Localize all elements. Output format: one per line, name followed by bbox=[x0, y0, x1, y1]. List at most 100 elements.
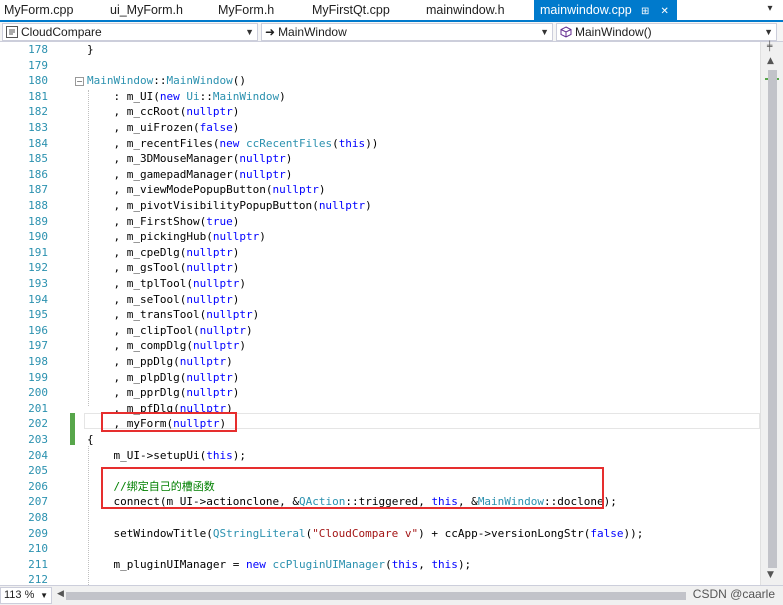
line-number: 196 bbox=[28, 323, 48, 337]
line-number: 203 bbox=[28, 433, 48, 446]
project-dropdown[interactable]: CloudCompare ▼ bbox=[2, 23, 258, 41]
code-text: setWindowTitle(QStringLiteral("CloudComp… bbox=[113, 526, 644, 540]
pin-icon[interactable]: ⊞ bbox=[639, 2, 651, 22]
code-text: , m_FirstShow(true) bbox=[87, 214, 240, 228]
code-line: 188 , m_pivotVisibilityPopupButton(nullp… bbox=[0, 198, 760, 214]
code-text: , m_tplTool(nullptr) bbox=[87, 277, 246, 290]
code-text: , m_viewModePopupButton(nullptr) bbox=[87, 183, 326, 197]
line-number: 178 bbox=[28, 43, 48, 56]
line-number: 190 bbox=[28, 230, 48, 244]
tab-overflow-dropdown-icon[interactable]: ▾ bbox=[763, 2, 777, 16]
line-number: 208 bbox=[28, 511, 48, 524]
zoom-value: 113 % bbox=[4, 589, 35, 601]
tab-mainwindow-h[interactable]: mainwindow.h bbox=[426, 0, 505, 20]
scroll-thumb[interactable] bbox=[768, 70, 777, 568]
code-line: 185 , m_3DMouseManager(nullptr) bbox=[0, 151, 760, 167]
code-line: 197 , m_compDlg(nullptr) bbox=[0, 338, 760, 354]
code-line: 186 , m_gamepadManager(nullptr) bbox=[0, 167, 760, 183]
line-number: 187 bbox=[28, 183, 48, 197]
member-dropdown[interactable]: MainWindow() ▼ bbox=[556, 23, 777, 41]
scope-dropdown-value: MainWindow bbox=[278, 25, 347, 39]
arrow-right-icon: ➜ bbox=[265, 25, 276, 39]
code-line: 192 , m_gsTool(nullptr) bbox=[0, 260, 760, 276]
code-text: , m_seTool(nullptr) bbox=[87, 292, 240, 306]
code-line: 181 : m_UI(new Ui::MainWindow) bbox=[0, 89, 760, 105]
code-line: 196 , m_clipTool(nullptr) bbox=[0, 323, 760, 339]
code-line: 180 MainWindow::MainWindow() bbox=[0, 73, 760, 89]
code-line: 191 , m_cpeDlg(nullptr) bbox=[0, 245, 760, 261]
code-text: : m_UI(new Ui::MainWindow) bbox=[87, 89, 286, 103]
method-icon bbox=[560, 26, 572, 38]
watermark: CSDN @caarle bbox=[688, 587, 775, 601]
code-text: } bbox=[87, 43, 94, 56]
scroll-up-icon[interactable]: ▲ bbox=[767, 56, 774, 66]
line-number: 204 bbox=[28, 448, 48, 462]
line-number: 183 bbox=[28, 121, 48, 134]
code-line: 179 bbox=[0, 58, 760, 74]
code-line: 200 , m_pprDlg(nullptr) bbox=[0, 385, 760, 401]
code-line: 193 , m_tplTool(nullptr) bbox=[0, 276, 760, 292]
line-number: 179 bbox=[28, 58, 48, 72]
line-number: 211 bbox=[28, 557, 48, 571]
tab-label: MyFirstQt.cpp bbox=[312, 3, 390, 17]
line-number: 197 bbox=[28, 339, 48, 353]
scroll-left-icon[interactable]: ◀ bbox=[57, 589, 64, 599]
scope-dropdown[interactable]: ➜ MainWindow ▼ bbox=[261, 23, 553, 41]
tab-myform-h[interactable]: MyForm.h bbox=[218, 0, 274, 20]
code-line: 210 bbox=[0, 541, 760, 557]
tab-mainwindow-cpp[interactable]: mainwindow.cpp ⊞ ✕ bbox=[534, 0, 677, 20]
tab-myfirstqt-cpp[interactable]: MyFirstQt.cpp bbox=[312, 0, 390, 20]
code-text: , m_pprDlg(nullptr) bbox=[87, 386, 240, 400]
chevron-down-icon: ▼ bbox=[245, 27, 254, 37]
line-number: 200 bbox=[28, 386, 48, 400]
code-text: , m_clipTool(nullptr) bbox=[87, 323, 253, 337]
code-line: 208 bbox=[0, 510, 760, 526]
code-text: m_pluginUIManager = new ccPluginUIManage… bbox=[113, 557, 472, 571]
code-text: , m_pickingHub(nullptr) bbox=[87, 230, 266, 244]
line-number: 209 bbox=[28, 526, 48, 540]
code-line: 203 { bbox=[0, 432, 760, 448]
project-icon bbox=[6, 26, 18, 38]
tab-ui-myform-h[interactable]: ui_MyForm.h bbox=[110, 0, 183, 20]
line-number: 185 bbox=[28, 152, 48, 166]
line-number: 202 bbox=[28, 417, 48, 431]
line-number: 207 bbox=[28, 495, 48, 509]
scroll-down-icon[interactable]: ▼ bbox=[767, 570, 774, 580]
tab-label: MyForm.cpp bbox=[4, 3, 74, 17]
code-line: 212 bbox=[0, 572, 760, 585]
code-text: , m_ppDlg(nullptr) bbox=[87, 355, 233, 368]
vertical-scrollbar[interactable]: ╪ ▲ ▼ bbox=[760, 42, 783, 585]
code-text: , m_plpDlg(nullptr) bbox=[87, 370, 240, 384]
line-number: 198 bbox=[28, 355, 48, 368]
code-text: { bbox=[87, 433, 94, 446]
line-number: 193 bbox=[28, 277, 48, 290]
code-line: 195 , m_transTool(nullptr) bbox=[0, 307, 760, 323]
code-line: 199 , m_plpDlg(nullptr) bbox=[0, 370, 760, 386]
code-text: , m_gamepadManager(nullptr) bbox=[87, 167, 293, 181]
code-text: , m_compDlg(nullptr) bbox=[87, 339, 246, 353]
line-number: 182 bbox=[28, 105, 48, 119]
highlight-box-slot-connect bbox=[101, 467, 604, 509]
close-icon[interactable]: ✕ bbox=[659, 2, 671, 22]
horizontal-scroll-thumb[interactable] bbox=[66, 592, 686, 600]
tab-label: mainwindow.h bbox=[426, 3, 505, 17]
line-number: 188 bbox=[28, 199, 48, 212]
code-line: 178} bbox=[0, 42, 760, 58]
code-text: , m_3DMouseManager(nullptr) bbox=[87, 152, 293, 166]
document-tab-strip: MyForm.cpp ui_MyForm.h MyForm.h MyFirstQ… bbox=[0, 0, 783, 22]
code-line: 209 setWindowTitle(QStringLiteral("Cloud… bbox=[0, 526, 760, 542]
member-dropdown-value: MainWindow() bbox=[575, 25, 652, 39]
chevron-down-icon: ▼ bbox=[40, 591, 48, 600]
zoom-dropdown[interactable]: 113 % ▼ bbox=[0, 587, 52, 604]
code-text: , m_transTool(nullptr) bbox=[87, 308, 260, 322]
tab-label: mainwindow.cpp bbox=[540, 3, 632, 17]
split-icon[interactable]: ╪ bbox=[767, 42, 772, 52]
navigation-bar: CloudCompare ▼ ➜ MainWindow ▼ MainWindow(… bbox=[0, 22, 783, 42]
code-editor[interactable]: − 178} 179 180 MainWindow::MainWindow() 1… bbox=[0, 42, 760, 585]
code-text: m_UI->setupUi(this); bbox=[113, 448, 246, 462]
tab-myform-cpp[interactable]: MyForm.cpp bbox=[4, 0, 73, 20]
line-number: 205 bbox=[28, 464, 48, 478]
code-line: 194 , m_seTool(nullptr) bbox=[0, 292, 760, 308]
line-number: 195 bbox=[28, 308, 48, 322]
line-number: 201 bbox=[28, 401, 48, 415]
